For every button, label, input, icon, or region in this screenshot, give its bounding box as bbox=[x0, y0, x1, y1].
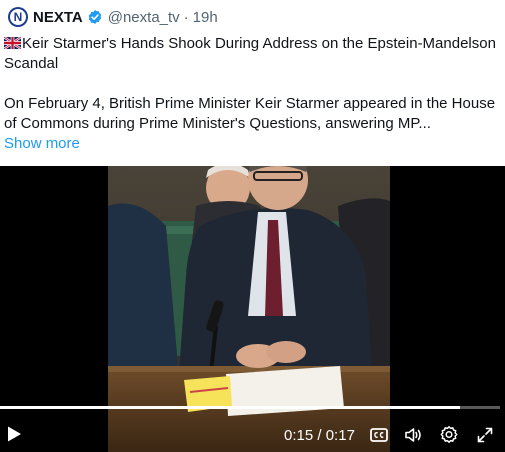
volume-icon[interactable] bbox=[403, 425, 423, 445]
post-text: Keir Starmer's Hands Shook During Addres… bbox=[4, 34, 499, 154]
verified-badge-icon bbox=[88, 10, 102, 24]
play-icon[interactable] bbox=[6, 425, 22, 443]
progress-fill bbox=[0, 406, 460, 409]
video-timecode: 0:15 / 0:17 bbox=[284, 427, 355, 444]
duration: 0:17 bbox=[325, 427, 355, 444]
gear-icon[interactable] bbox=[439, 425, 459, 445]
post-headline-line: Keir Starmer's Hands Shook During Addres… bbox=[4, 34, 499, 74]
post-headline: Keir Starmer's Hands Shook During Addres… bbox=[4, 35, 496, 72]
time-separator: / bbox=[313, 427, 326, 444]
account-name[interactable]: NEXTA bbox=[33, 9, 83, 26]
post-timestamp[interactable]: 19h bbox=[193, 9, 218, 26]
current-time: 0:15 bbox=[284, 427, 314, 444]
video-frame bbox=[108, 166, 390, 452]
video-player[interactable]: 0:15 / 0:17 bbox=[0, 166, 505, 452]
account-handle[interactable]: @nexta_tv bbox=[108, 9, 180, 26]
progress-bar[interactable] bbox=[0, 406, 500, 409]
separator-dot: · bbox=[183, 8, 189, 26]
uk-flag-icon bbox=[4, 37, 21, 49]
post-header: N NEXTA @nexta_tv · 19h bbox=[8, 6, 218, 28]
cc-icon[interactable] bbox=[369, 425, 389, 445]
post-body: On February 4, British Prime Minister Ke… bbox=[4, 95, 496, 132]
avatar-letter: N bbox=[10, 9, 26, 25]
fullscreen-icon[interactable] bbox=[475, 425, 495, 445]
avatar[interactable]: N bbox=[8, 7, 28, 27]
show-more-link[interactable]: Show more bbox=[4, 134, 499, 154]
